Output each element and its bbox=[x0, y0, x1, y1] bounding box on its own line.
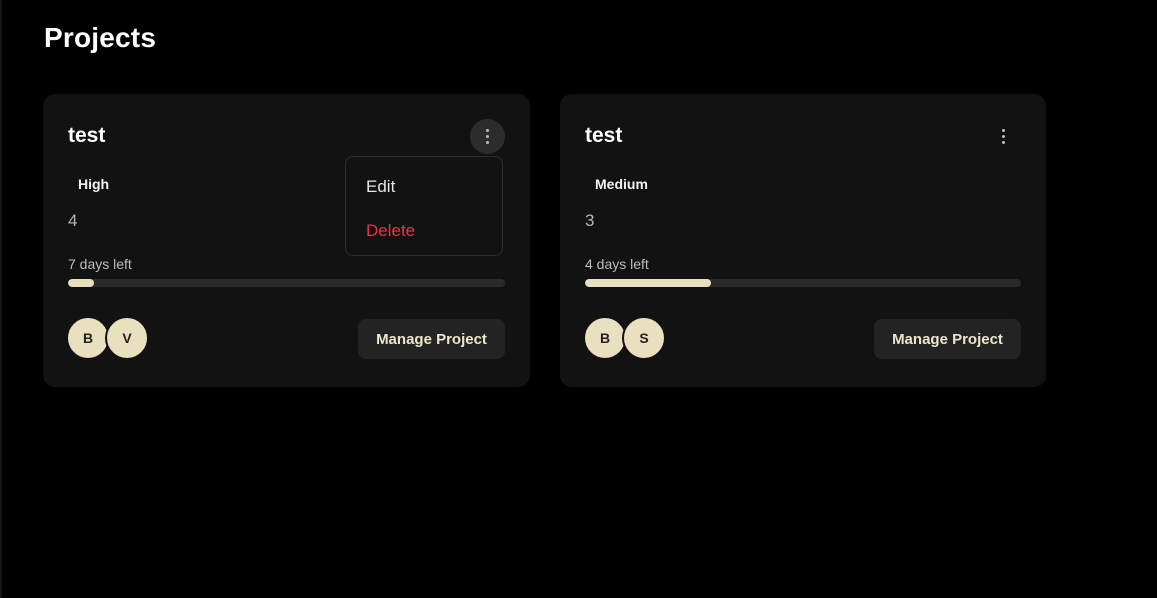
project-title: test bbox=[585, 124, 623, 147]
project-count: 4 bbox=[68, 211, 78, 230]
manage-project-button[interactable]: Manage Project bbox=[874, 319, 1021, 359]
project-count: 3 bbox=[585, 211, 595, 230]
project-title: test bbox=[68, 124, 106, 147]
delete-menu-item[interactable]: Delete bbox=[366, 221, 415, 241]
manage-project-button[interactable]: Manage Project bbox=[358, 319, 505, 359]
avatar[interactable]: S bbox=[622, 316, 666, 360]
avatar[interactable]: V bbox=[105, 316, 149, 360]
window-edge bbox=[0, 0, 2, 598]
priority-badge: High bbox=[78, 176, 110, 192]
more-vertical-icon bbox=[1002, 129, 1005, 144]
progress-fill bbox=[68, 279, 95, 287]
progress-fill bbox=[585, 279, 712, 287]
days-left-label: 7 days left bbox=[68, 256, 132, 272]
project-menu-button[interactable] bbox=[470, 119, 505, 154]
progress-bar bbox=[585, 279, 1021, 287]
more-vertical-icon bbox=[486, 129, 489, 144]
project-menu-button[interactable] bbox=[986, 119, 1021, 154]
project-options-menu: Edit Delete bbox=[345, 156, 503, 256]
edit-menu-item[interactable]: Edit bbox=[366, 177, 395, 197]
page-title: Projects bbox=[44, 22, 157, 53]
project-card: test Medium 3 4 days left B S Manage Pro… bbox=[560, 94, 1046, 387]
progress-bar bbox=[68, 279, 505, 287]
priority-badge: Medium bbox=[595, 176, 648, 192]
member-avatars: B V bbox=[66, 316, 149, 360]
avatar[interactable]: B bbox=[583, 316, 627, 360]
avatar[interactable]: B bbox=[66, 316, 110, 360]
member-avatars: B S bbox=[583, 316, 666, 360]
days-left-label: 4 days left bbox=[585, 256, 649, 272]
